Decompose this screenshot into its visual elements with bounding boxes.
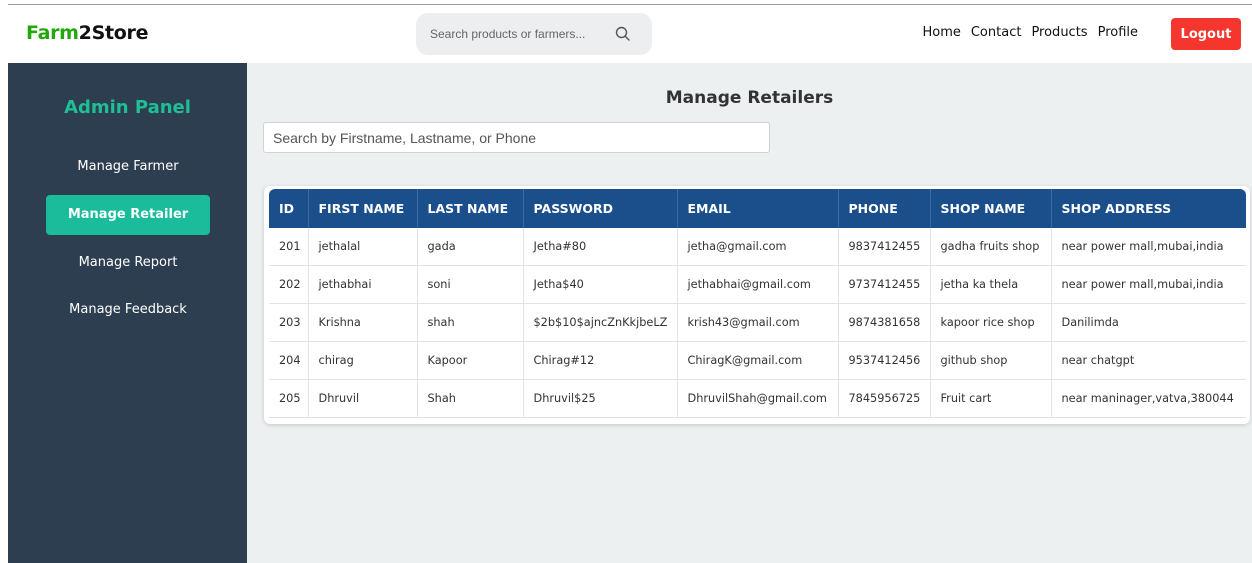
retailer-search-input[interactable] — [263, 122, 770, 153]
sidebar-item-manage-report[interactable]: Manage Report — [46, 243, 210, 283]
cell-shop-name: gadha fruits shop — [930, 228, 1052, 266]
cell-id: 202 — [269, 265, 309, 304]
cell-phone: 9837412455 — [838, 228, 931, 266]
table-header-row: ID FIRST NAME LAST NAME PASSWORD EMAIL P… — [269, 189, 1246, 228]
column-header-phone[interactable]: PHONE — [838, 189, 931, 228]
table-row[interactable]: 201 jethalal gada Jetha#80 jetha@gmail.c… — [269, 228, 1246, 266]
table-row[interactable]: 205 Dhruvil Shah Dhruvil$25 DhruvilShah@… — [269, 379, 1246, 418]
cell-id: 203 — [269, 303, 309, 342]
brand-part1: Farm — [26, 22, 79, 44]
cell-email: jethabhai@gmail.com — [677, 265, 839, 304]
page-title: Manage Retailers — [665, 88, 834, 108]
cell-password: Dhruvil$25 — [523, 379, 678, 418]
nav-link-profile[interactable]: Profile — [1098, 25, 1138, 40]
cell-shop-address: near maninager,vatva,380044 — [1051, 379, 1246, 418]
cell-shop-name: github shop — [930, 341, 1052, 380]
table-row[interactable]: 203 Krishna shah $2b$10$ajncZnKkjbeLZ kr… — [269, 303, 1246, 342]
cell-shop-name: jetha ka thela — [930, 265, 1052, 304]
cell-shop-address: near power mall,mubai,india — [1051, 228, 1246, 266]
sidebar-item-manage-retailer[interactable]: Manage Retailer — [46, 195, 210, 235]
column-header-email[interactable]: EMAIL — [677, 189, 839, 228]
cell-shop-address: near power mall,mubai,india — [1051, 265, 1246, 304]
search-icon[interactable] — [612, 23, 634, 45]
cell-phone: 9874381658 — [838, 303, 931, 342]
cell-shop-address: Danilimda — [1051, 303, 1246, 342]
column-header-password[interactable]: PASSWORD — [523, 189, 678, 228]
cell-last-name: gada — [417, 228, 524, 266]
retailers-table-card: ID FIRST NAME LAST NAME PASSWORD EMAIL P… — [264, 186, 1250, 424]
nav-link-contact[interactable]: Contact — [971, 25, 1022, 40]
cell-phone: 9737412455 — [838, 265, 931, 304]
nav-links: Home Contact Products Profile — [912, 25, 1138, 40]
cell-password: Jetha$40 — [523, 265, 678, 304]
cell-shop-address: near chatgpt — [1051, 341, 1246, 380]
column-header-shop-name[interactable]: SHOP NAME — [930, 189, 1052, 228]
cell-first-name: Dhruvil — [308, 379, 418, 418]
admin-sidebar: Admin Panel Manage Farmer Manage Retaile… — [8, 63, 247, 563]
header-search — [416, 13, 652, 55]
cell-id: 204 — [269, 341, 309, 380]
cell-email: krish43@gmail.com — [677, 303, 839, 342]
column-header-last-name[interactable]: LAST NAME — [417, 189, 524, 228]
header-search-input[interactable] — [428, 26, 602, 42]
cell-password: Chirag#12 — [523, 341, 678, 380]
table-row[interactable]: 202 jethabhai soni Jetha$40 jethabhai@gm… — [269, 265, 1246, 304]
cell-first-name: chirag — [308, 341, 418, 380]
cell-email: DhruvilShah@gmail.com — [677, 379, 839, 418]
brand-logo[interactable]: Farm2Store — [26, 22, 148, 44]
cell-first-name: jethalal — [308, 228, 418, 266]
cell-first-name: jethabhai — [308, 265, 418, 304]
cell-password: Jetha#80 — [523, 228, 678, 266]
column-header-id[interactable]: ID — [269, 189, 309, 228]
column-header-shop-address[interactable]: SHOP ADDRESS — [1051, 189, 1246, 228]
cell-password: $2b$10$ajncZnKkjbeLZ — [523, 303, 678, 342]
cell-last-name: Shah — [417, 379, 524, 418]
sidebar-item-manage-farmer[interactable]: Manage Farmer — [46, 147, 210, 187]
cell-email: jetha@gmail.com — [677, 228, 839, 266]
cell-phone: 9537412456 — [838, 341, 931, 380]
cell-id: 205 — [269, 379, 309, 418]
brand-part2: 2Store — [78, 22, 149, 44]
cell-shop-name: kapoor rice shop — [930, 303, 1052, 342]
navbar: Farm2Store Home Contact Products Profile… — [8, 5, 1252, 63]
main-content: Manage Retailers ID FIRST NAME LAST NAME… — [247, 63, 1252, 563]
sidebar-item-manage-feedback[interactable]: Manage Feedback — [46, 290, 210, 330]
cell-id: 201 — [269, 228, 309, 266]
sidebar-title: Admin Panel — [64, 97, 191, 118]
cell-phone: 7845956725 — [838, 379, 931, 418]
nav-link-products[interactable]: Products — [1031, 25, 1087, 40]
logout-button[interactable]: Logout — [1171, 18, 1241, 50]
cell-last-name: soni — [417, 265, 524, 304]
cell-shop-name: Fruit cart — [930, 379, 1052, 418]
cell-last-name: shah — [417, 303, 524, 342]
cell-first-name: Krishna — [308, 303, 418, 342]
column-header-first-name[interactable]: FIRST NAME — [308, 189, 418, 228]
cell-email: ChiragK@gmail.com — [677, 341, 839, 380]
retailers-table: ID FIRST NAME LAST NAME PASSWORD EMAIL P… — [269, 189, 1246, 418]
table-row[interactable]: 204 chirag Kapoor Chirag#12 ChiragK@gmai… — [269, 341, 1246, 380]
cell-last-name: Kapoor — [417, 341, 524, 380]
nav-link-home[interactable]: Home — [922, 25, 960, 40]
